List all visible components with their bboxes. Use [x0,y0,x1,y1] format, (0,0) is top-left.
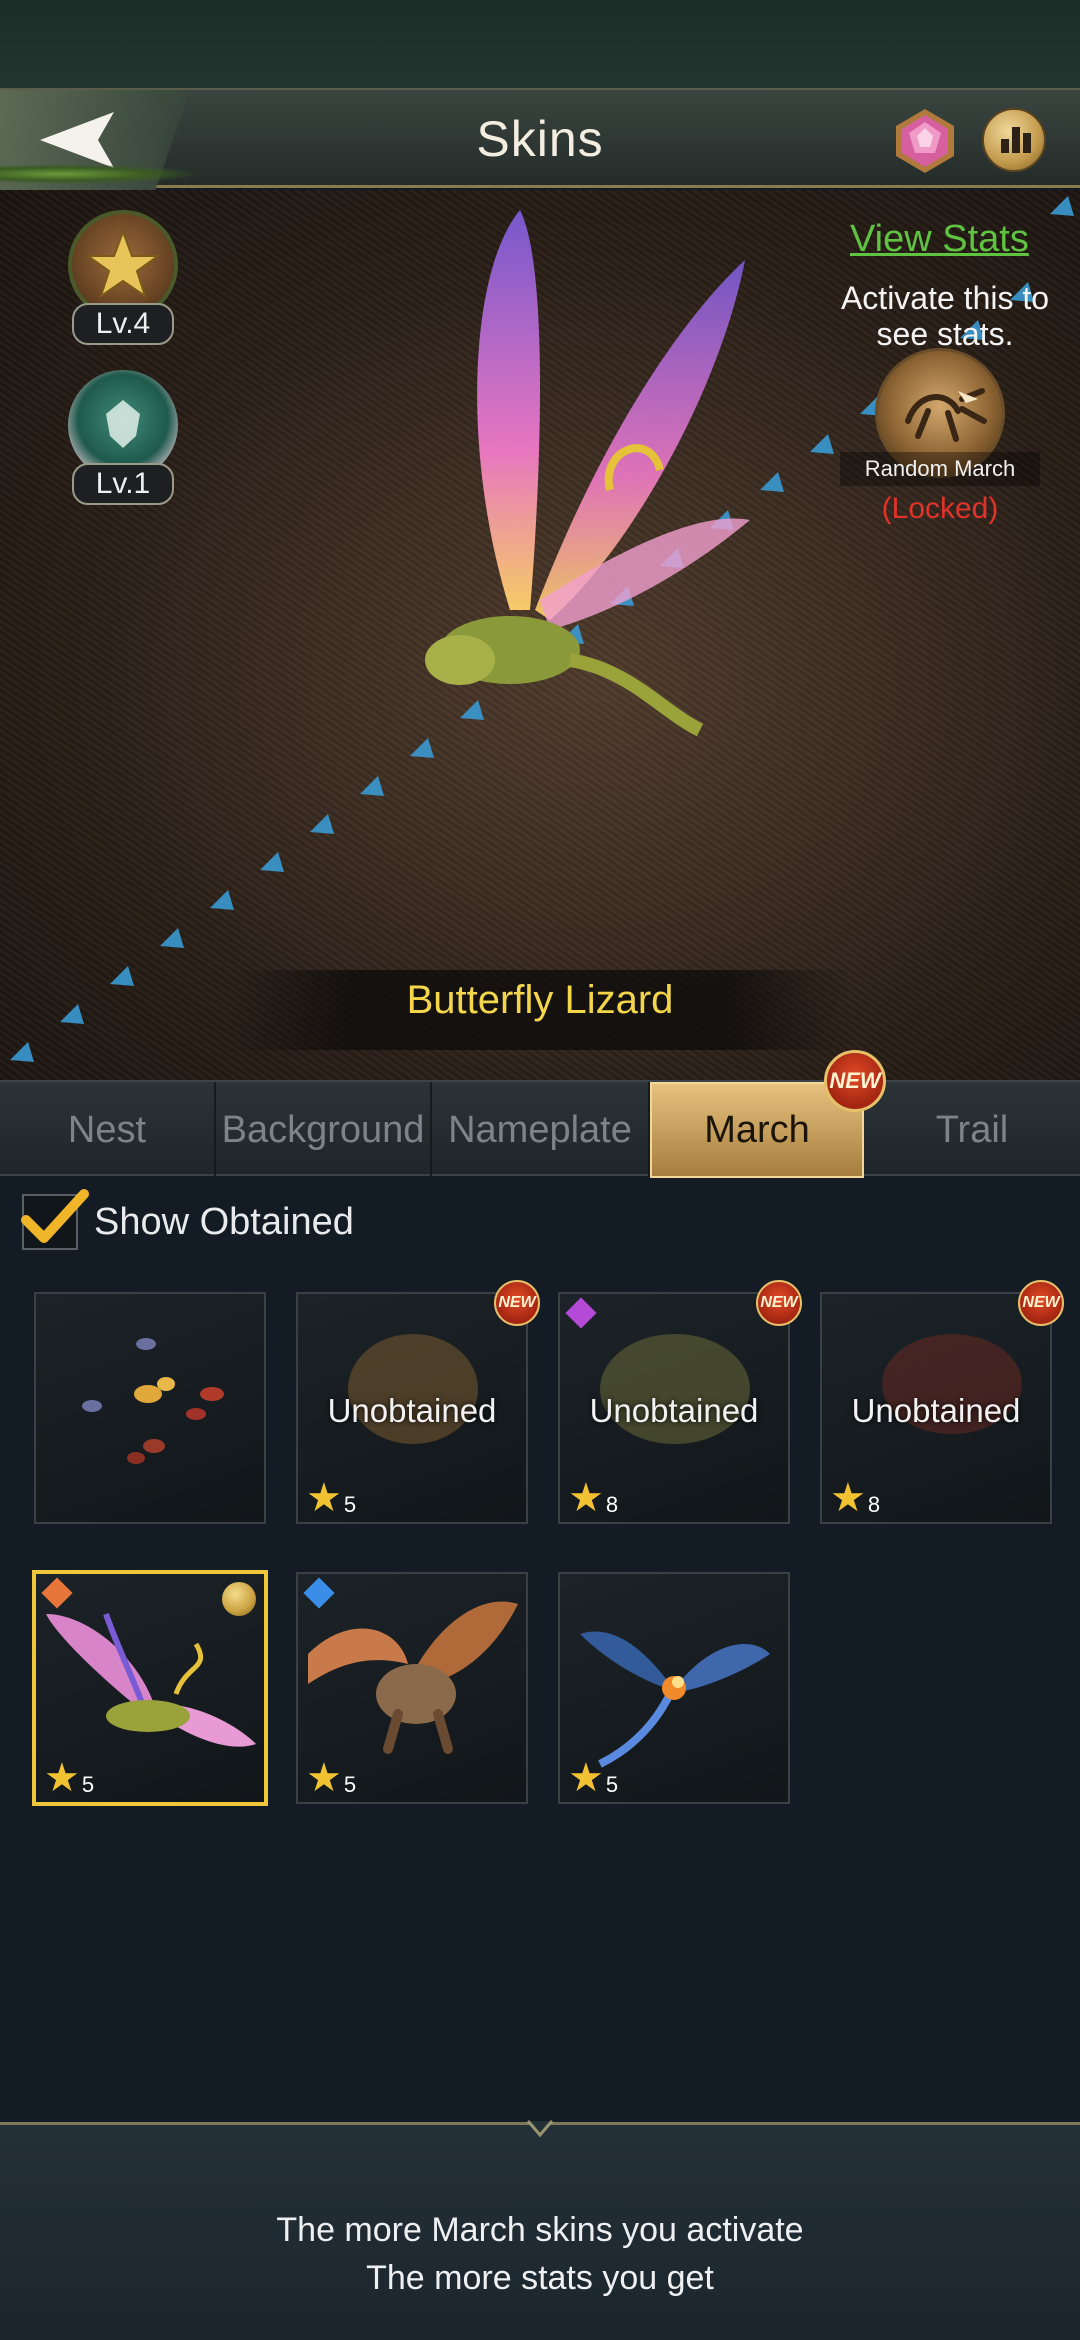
new-badge: NEW [1018,1280,1064,1326]
show-obtained-toggle[interactable]: Show Obtained [21,1189,354,1252]
star-rating: ★ 5 [44,1758,94,1798]
tab-nest[interactable]: Nest [0,1082,216,1178]
view-stats-link[interactable]: View Stats [850,218,1029,261]
locked-status: (Locked) [881,492,999,525]
category-tabs: Nest Background Nameplate March Trail [0,1080,1080,1178]
skin-name: Butterfly Lizard [406,978,674,1022]
star-rating: ★ 8 [830,1478,880,1518]
unobtained-label: Unobtained [851,1392,1021,1429]
skin-card[interactable] [34,1292,266,1524]
star-icon: ★ [306,1476,342,1520]
star-count: 5 [605,1772,619,1797]
unobtained-label: Unobtained [589,1392,759,1429]
star-rating: ★ 5 [568,1758,618,1798]
skin-preview-area: Lv.4 Lv.1 View Stats Activate this to se… [0,190,1080,1080]
emblem-level-badge[interactable]: Lv.1 [48,370,198,505]
new-badge: NEW [756,1280,802,1326]
star-count: 5 [81,1772,95,1797]
skin-card[interactable]: ★ 5 [296,1572,528,1804]
star-count: 5 [343,1492,357,1517]
activate-hint: Activate this to see stats. [840,280,1050,352]
star-count: 8 [605,1492,619,1517]
unobtained-label: Unobtained [327,1392,497,1429]
star-rating: ★ 5 [306,1478,356,1518]
ant-group-icon [82,1338,224,1464]
checkbox[interactable] [21,1189,89,1250]
star-rating: ★ 8 [568,1478,618,1518]
tab-background[interactable]: Background [216,1082,432,1178]
new-badge: NEW [494,1280,540,1326]
star-icon: ★ [568,1476,604,1520]
ranking-button[interactable] [982,108,1046,172]
tab-nameplate[interactable]: Nameplate [432,1082,650,1178]
header-bar: Skins [0,88,1080,190]
footer-text-line-2: The more stats you get [366,2259,714,2297]
pink-gem-icon [896,109,954,173]
skin-card[interactable]: Unobtained ★ 5 [296,1292,528,1524]
top-status-strip [0,0,1080,90]
gem-button[interactable] [890,106,960,176]
random-march-label: Random March [840,452,1040,486]
level-label: Lv.1 [71,463,175,505]
skin-card-selected[interactable]: ★ 5 [32,1570,268,1806]
skin-card[interactable]: ★ 5 [558,1572,790,1804]
butterfly-lizard-icon [425,210,750,737]
star-icon: ★ [306,1756,342,1800]
footer-text-line-1: The more March skins you activate [276,2211,804,2249]
level-label: Lv.4 [71,303,175,345]
chevron-down-icon [526,2120,554,2138]
star-count: 8 [867,1492,881,1517]
footer-info: The more March skins you activate The mo… [0,2120,1080,2340]
skin-card[interactable]: Unobtained ★ 8 [558,1292,790,1524]
star-level-badge[interactable]: Lv.4 [48,210,198,345]
equipped-coin-icon [222,1582,256,1616]
star-rating: ★ 5 [306,1758,356,1798]
star-icon: ★ [44,1756,80,1800]
star-count: 5 [343,1772,357,1797]
checkmark-icon [21,1189,89,1243]
star-icon: ★ [830,1476,866,1520]
show-obtained-label: Show Obtained [94,1200,354,1243]
star-icon: ★ [568,1756,604,1800]
purple-gem-icon [565,1297,597,1329]
tab-trail[interactable]: Trail [864,1082,1080,1178]
skin-card[interactable]: Unobtained ★ 8 [820,1292,1052,1524]
